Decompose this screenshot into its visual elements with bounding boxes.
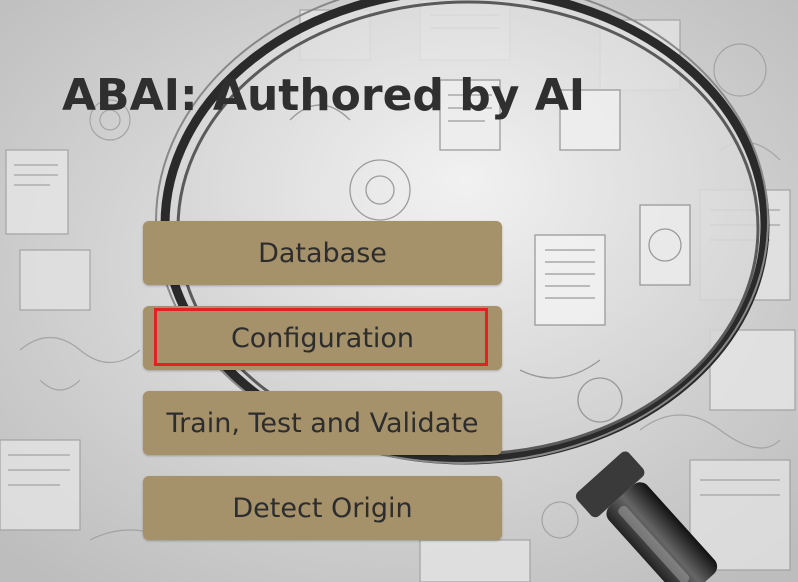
detect-origin-button[interactable]: Detect Origin [143,476,502,540]
database-button[interactable]: Database [143,221,502,285]
app-title: ABAI: Authored by AI [62,70,586,121]
train-test-validate-button[interactable]: Train, Test and Validate [143,391,502,455]
configuration-button[interactable]: Configuration [143,306,502,370]
